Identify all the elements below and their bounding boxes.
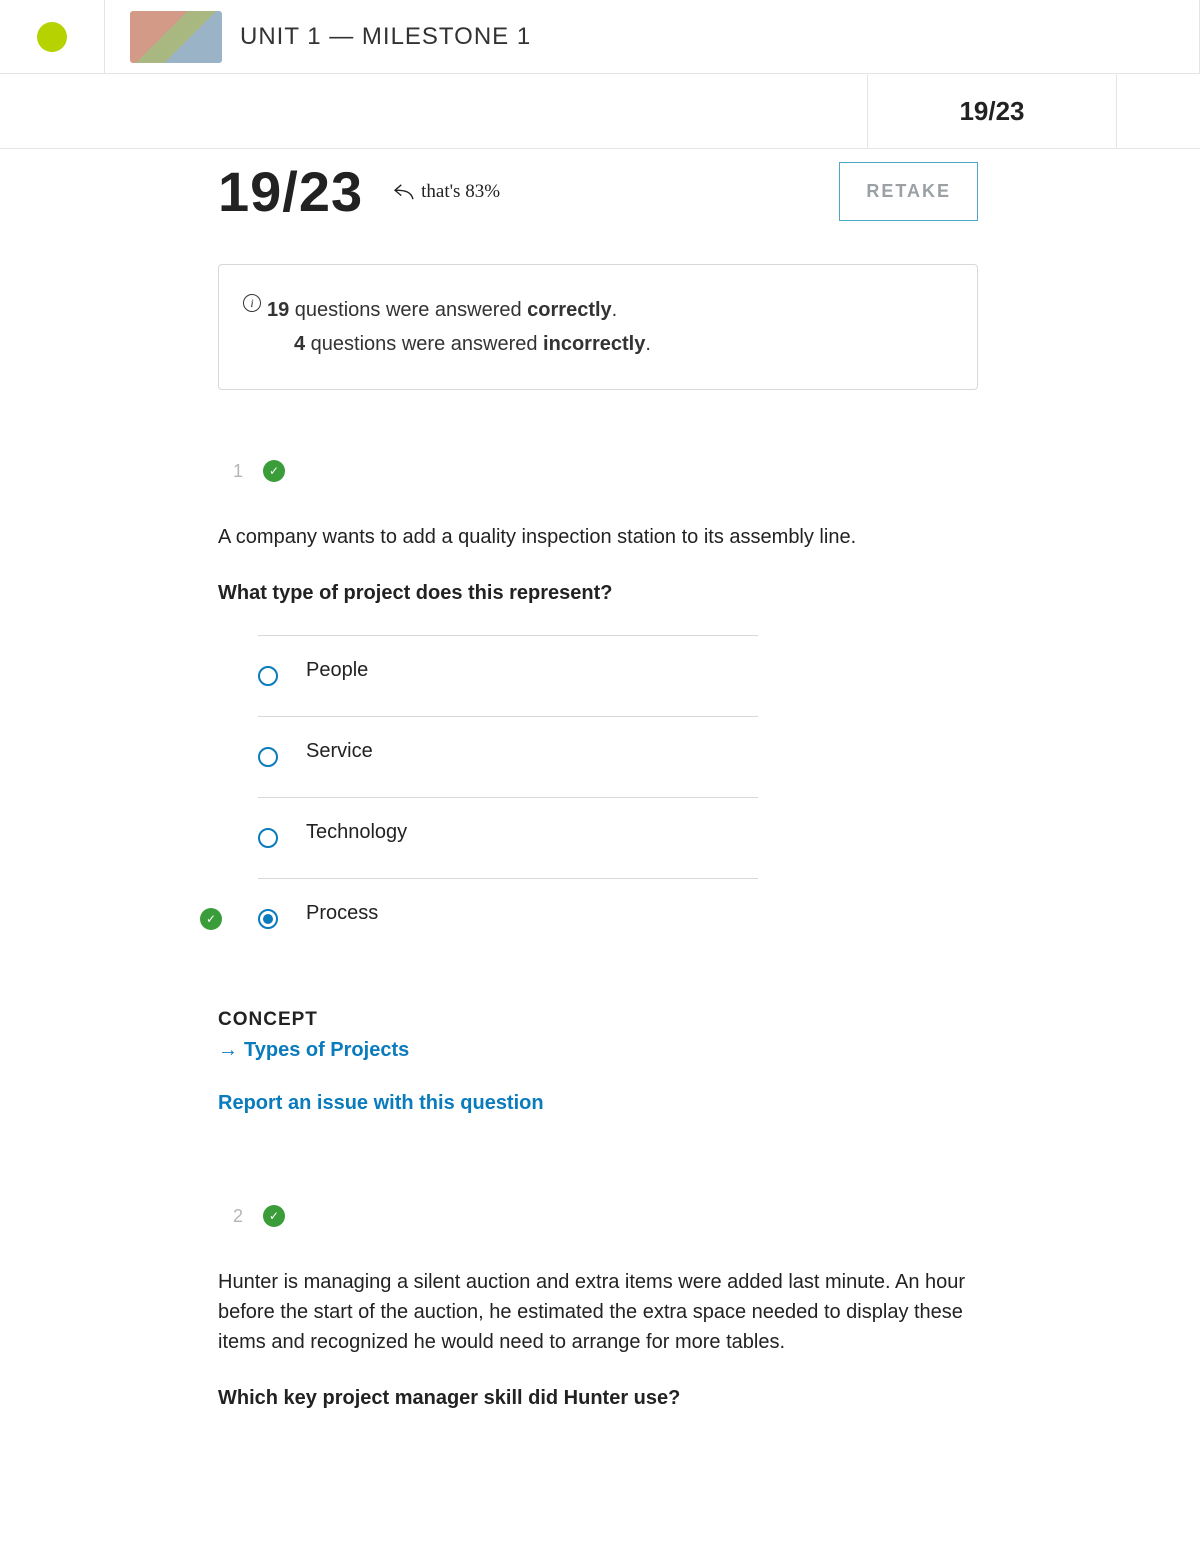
options-list: People Service Technology ✓ Process <box>258 635 758 959</box>
radio-selected-icon <box>258 909 278 929</box>
option-process[interactable]: ✓ Process <box>258 878 758 959</box>
question-1: 1 ✓ A company wants to add a quality ins… <box>218 460 978 1115</box>
option-label: People <box>306 659 368 682</box>
radio-icon <box>258 828 278 848</box>
course-thumbnail-icon <box>130 11 222 63</box>
sophia-logo-icon[interactable] <box>34 18 71 55</box>
score-badge: 19/23 <box>867 74 1117 149</box>
incorrect-count: 4 <box>294 333 305 355</box>
info-icon: i <box>243 294 261 312</box>
concept-link[interactable]: → Types of Projects <box>218 1039 409 1062</box>
thats-text: that's 83% <box>421 181 500 203</box>
info-bold: incorrectly <box>543 333 645 355</box>
radio-icon <box>258 666 278 686</box>
info-line-correct: 19 questions were answered correctly. <box>267 293 947 327</box>
question-number: 1 <box>233 461 243 482</box>
option-label: Technology <box>306 821 407 844</box>
radio-icon <box>258 747 278 767</box>
option-label: Service <box>306 740 373 763</box>
question-2: 2 ✓ Hunter is managing a silent auction … <box>218 1205 978 1410</box>
option-service[interactable]: Service <box>258 716 758 797</box>
check-icon: ✓ <box>263 1205 285 1227</box>
question-text: A company wants to add a quality inspect… <box>218 522 978 552</box>
option-people[interactable]: People <box>258 635 758 716</box>
retake-button[interactable]: RETAKE <box>839 162 978 221</box>
unit-title: UNIT 1 — MILESTONE 1 <box>240 23 531 51</box>
correct-check-icon: ✓ <box>200 908 222 930</box>
check-icon: ✓ <box>263 460 285 482</box>
option-label: Process <box>306 902 378 925</box>
info-text: questions were answered <box>305 333 543 355</box>
header: UNIT 1 — MILESTONE 1 <box>0 0 1200 74</box>
question-header: 1 ✓ <box>218 460 978 482</box>
info-text: questions were answered <box>289 299 527 321</box>
reply-arrow-icon <box>393 183 415 201</box>
question-number: 2 <box>233 1206 243 1227</box>
info-box: i 19 questions were answered correctly. … <box>218 264 978 390</box>
info-line-incorrect: 4 questions were answered incorrectly. <box>267 327 947 361</box>
concept-heading: CONCEPT <box>218 1009 978 1031</box>
score-percent: that's 83% <box>393 181 500 203</box>
score-large: 19/23 <box>218 159 363 224</box>
arrow-right-icon: → <box>218 1039 238 1062</box>
option-technology[interactable]: Technology <box>258 797 758 878</box>
report-issue-link[interactable]: Report an issue with this question <box>218 1092 978 1115</box>
question-prompt: What type of project does this represent… <box>218 582 978 605</box>
logo-cell <box>0 0 105 73</box>
title-cell: UNIT 1 — MILESTONE 1 <box>105 0 1200 73</box>
main-content: 19/23 that's 83% RETAKE i 19 questions w… <box>218 149 978 1410</box>
concept-link-text: Types of Projects <box>244 1039 409 1062</box>
correct-count: 19 <box>267 299 289 321</box>
question-prompt: Which key project manager skill did Hunt… <box>218 1387 978 1410</box>
question-text: Hunter is managing a silent auction and … <box>218 1267 978 1357</box>
info-bold: correctly <box>527 299 612 321</box>
question-header: 2 ✓ <box>218 1205 978 1227</box>
score-row: 19/23 that's 83% RETAKE <box>218 159 978 224</box>
